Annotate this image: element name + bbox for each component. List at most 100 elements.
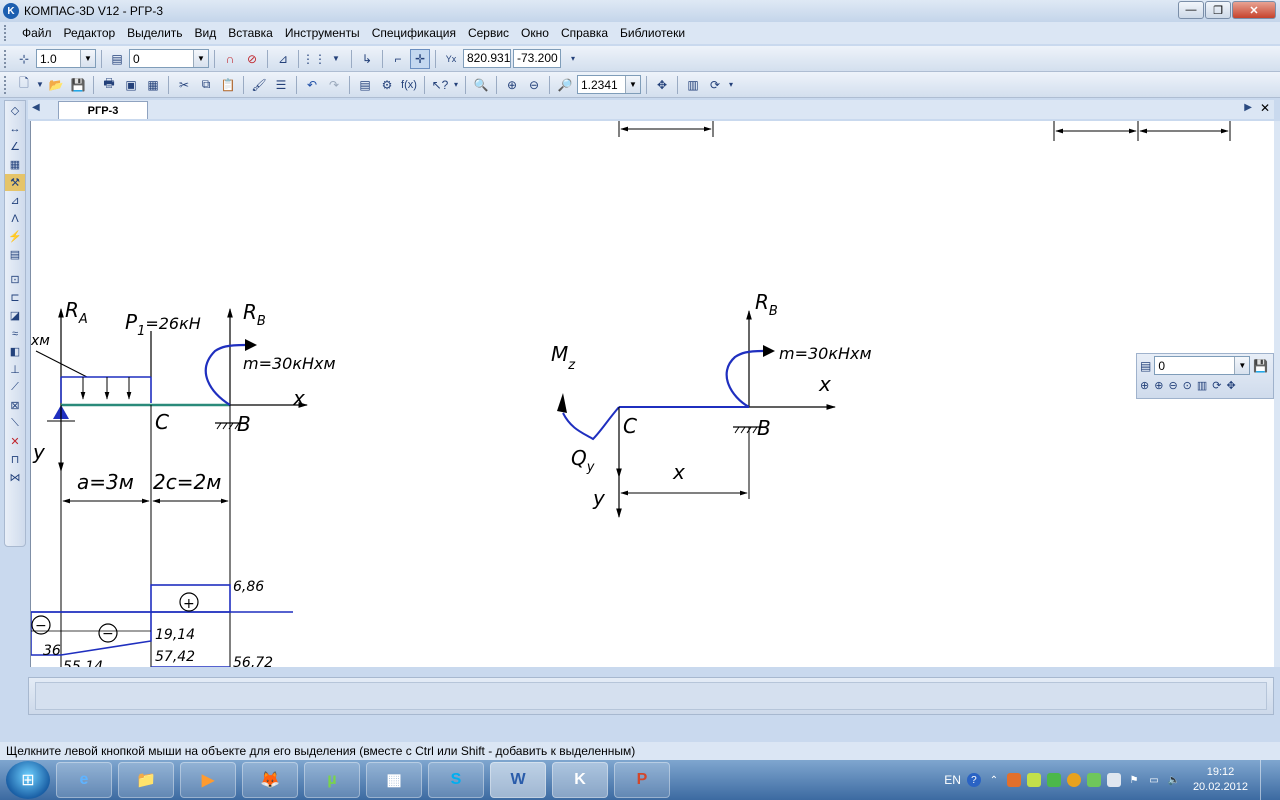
show-desktop-button[interactable] [1260, 760, 1272, 800]
print-icon[interactable]: 🖶 [99, 75, 119, 95]
zoom-in-icon[interactable]: ⊕ [502, 75, 522, 95]
chevron-down-icon[interactable]: ▼ [80, 50, 95, 67]
taskbar-explorer-button[interactable]: 📁 [118, 762, 174, 798]
tray-app-icon[interactable] [1026, 773, 1041, 787]
measurements-icon[interactable]: ⊿ [5, 192, 25, 209]
tool-icon[interactable]: ⟍ [5, 415, 25, 432]
pan-icon[interactable]: ✥ [652, 75, 672, 95]
open-folder-icon[interactable]: 📂 [46, 75, 66, 95]
start-button[interactable]: ⊞ [6, 761, 50, 799]
tab-close-icon[interactable]: ✕ [1260, 101, 1270, 115]
layers-icon[interactable]: ▤ [1140, 359, 1151, 373]
zoom-scale-icon[interactable]: 🔎 [555, 75, 575, 95]
local-cs-icon[interactable]: ↳ [357, 49, 377, 69]
chevron-down-icon[interactable]: ▼ [1234, 357, 1250, 374]
coord-y-field[interactable]: -73.200 [513, 49, 561, 68]
list-icon[interactable]: ☰ [271, 75, 291, 95]
coord-x-field[interactable]: 820.931 [463, 49, 511, 68]
paste-icon[interactable]: 📋 [218, 75, 238, 95]
tool-icon[interactable]: ⋈ [5, 469, 25, 486]
zoom-in-icon[interactable]: ⊕ [1154, 379, 1163, 392]
maximize-button[interactable]: ❐ [1205, 1, 1231, 19]
library-manager-icon[interactable]: ⚙ [377, 75, 397, 95]
properties-icon[interactable]: ▦ [143, 75, 163, 95]
menu-file[interactable]: Файл [16, 26, 58, 40]
associative-views-icon[interactable]: ⚡ [5, 228, 25, 245]
taskbar-word-button[interactable]: W [490, 762, 546, 798]
specification-icon[interactable]: ▤ [5, 246, 25, 263]
pan-icon[interactable]: ✥ [1227, 379, 1236, 392]
tool-icon[interactable]: ≈ [5, 325, 25, 342]
layers-icon[interactable]: ▤ [107, 49, 127, 69]
menu-specification[interactable]: Спецификация [366, 26, 462, 40]
tray-arrow-icon[interactable]: ⌃ [987, 773, 1001, 787]
geometry-icon[interactable]: ◇ [5, 102, 25, 119]
tool-icon[interactable]: ◧ [5, 343, 25, 360]
zoom-fit-icon[interactable]: ⊙ [1183, 379, 1192, 392]
save-icon[interactable]: 💾 [68, 75, 88, 95]
taskbar-skype-button[interactable]: S [428, 762, 484, 798]
close-button[interactable]: ✕ [1232, 1, 1276, 19]
language-indicator[interactable]: EN [944, 773, 961, 787]
chevron-down-icon[interactable]: ▼ [625, 76, 640, 93]
refresh-icon[interactable]: ⟳ [1212, 379, 1221, 392]
tray-app-icon[interactable] [1066, 773, 1081, 787]
help-icon[interactable]: ? [966, 773, 981, 787]
zoom-combo[interactable]: 1.2341 ▼ [577, 75, 641, 94]
menu-libraries[interactable]: Библиотеки [614, 26, 691, 40]
dimensions-icon[interactable]: ↔ [5, 120, 25, 137]
tab-scroll-right-icon[interactable]: ▶ [1244, 102, 1252, 113]
editing-icon[interactable]: ▦ [5, 156, 25, 173]
snap-active-icon[interactable]: ✛ [410, 48, 430, 69]
flag-icon[interactable]: ⚑ [1127, 773, 1141, 787]
undo-icon[interactable]: ↶ [302, 75, 322, 95]
tool-icon[interactable]: ⊥ [5, 361, 25, 378]
delete-icon[interactable]: ✕ [5, 433, 25, 450]
designations-icon[interactable]: ∠ [5, 138, 25, 155]
menu-editor[interactable]: Редактор [58, 26, 122, 40]
save-icon[interactable]: 💾 [1253, 359, 1268, 373]
menu-help[interactable]: Справка [555, 26, 614, 40]
drawing-canvas[interactable]: RA P1=26кН RB хм m=30кНхм x C B y a=3м 2… [30, 121, 1274, 667]
chevron-down-icon[interactable]: ▼ [326, 49, 346, 69]
taskbar-firefox-button[interactable]: 🦊 [242, 762, 298, 798]
toolbar-grip[interactable] [4, 49, 8, 68]
ortho-icon[interactable]: ⊿ [273, 49, 293, 69]
chevron-down-icon[interactable]: ▼ [193, 50, 208, 67]
menu-select[interactable]: Выделить [121, 26, 188, 40]
menu-grip[interactable] [4, 25, 10, 41]
snap-off-icon[interactable]: ⊘ [242, 49, 262, 69]
tool-icon[interactable]: ⊏ [5, 289, 25, 306]
tab-scroll-left-icon[interactable]: ◀ [32, 102, 40, 113]
copy-properties-icon[interactable]: 🖌 [249, 75, 269, 95]
taskbar-utorrent-button[interactable]: µ [304, 762, 360, 798]
canvas-vertical-scrollbar[interactable] [1274, 121, 1280, 667]
clock[interactable]: 19:12 20.02.2012 [1193, 765, 1248, 795]
copy-icon[interactable]: ⧉ [196, 75, 216, 95]
show-all-icon[interactable]: ▥ [1197, 379, 1207, 392]
show-all-icon[interactable]: ▥ [683, 75, 703, 95]
redo-icon[interactable]: ↷ [324, 75, 344, 95]
tool-icon[interactable]: ⊠ [5, 397, 25, 414]
volume-icon[interactable]: 🔈 [1167, 773, 1181, 787]
chevron-down-icon[interactable]: ▼ [36, 75, 44, 95]
taskbar-powerpoint-button[interactable]: P [614, 762, 670, 798]
zoom-out-icon[interactable]: ⊖ [524, 75, 544, 95]
tray-app-icon[interactable] [1046, 773, 1061, 787]
zoom-window-icon[interactable]: 🔍 [471, 75, 491, 95]
menu-tools[interactable]: Инструменты [279, 26, 366, 40]
taskbar-media-player-button[interactable]: ▶ [180, 762, 236, 798]
tray-app-icon[interactable] [1006, 773, 1021, 787]
step-icon[interactable]: ⊹ [14, 49, 34, 69]
floating-layer-combo[interactable]: 0 ▼ [1154, 356, 1251, 375]
toolbar-overflow-icon[interactable]: ▾ [563, 49, 583, 69]
tray-app-icon[interactable] [1086, 773, 1101, 787]
new-document-icon[interactable]: 🗋 [14, 75, 34, 95]
menu-service[interactable]: Сервис [462, 26, 515, 40]
tool-icon[interactable]: ◪ [5, 307, 25, 324]
taskbar-calculator-button[interactable]: ▦ [366, 762, 422, 798]
print-preview-icon[interactable]: ▣ [121, 75, 141, 95]
parametrization-icon[interactable]: ⚒ [5, 174, 25, 191]
help-cursor-icon[interactable]: ↖? [430, 75, 450, 95]
tool-icon[interactable]: ⟋ [5, 379, 25, 396]
